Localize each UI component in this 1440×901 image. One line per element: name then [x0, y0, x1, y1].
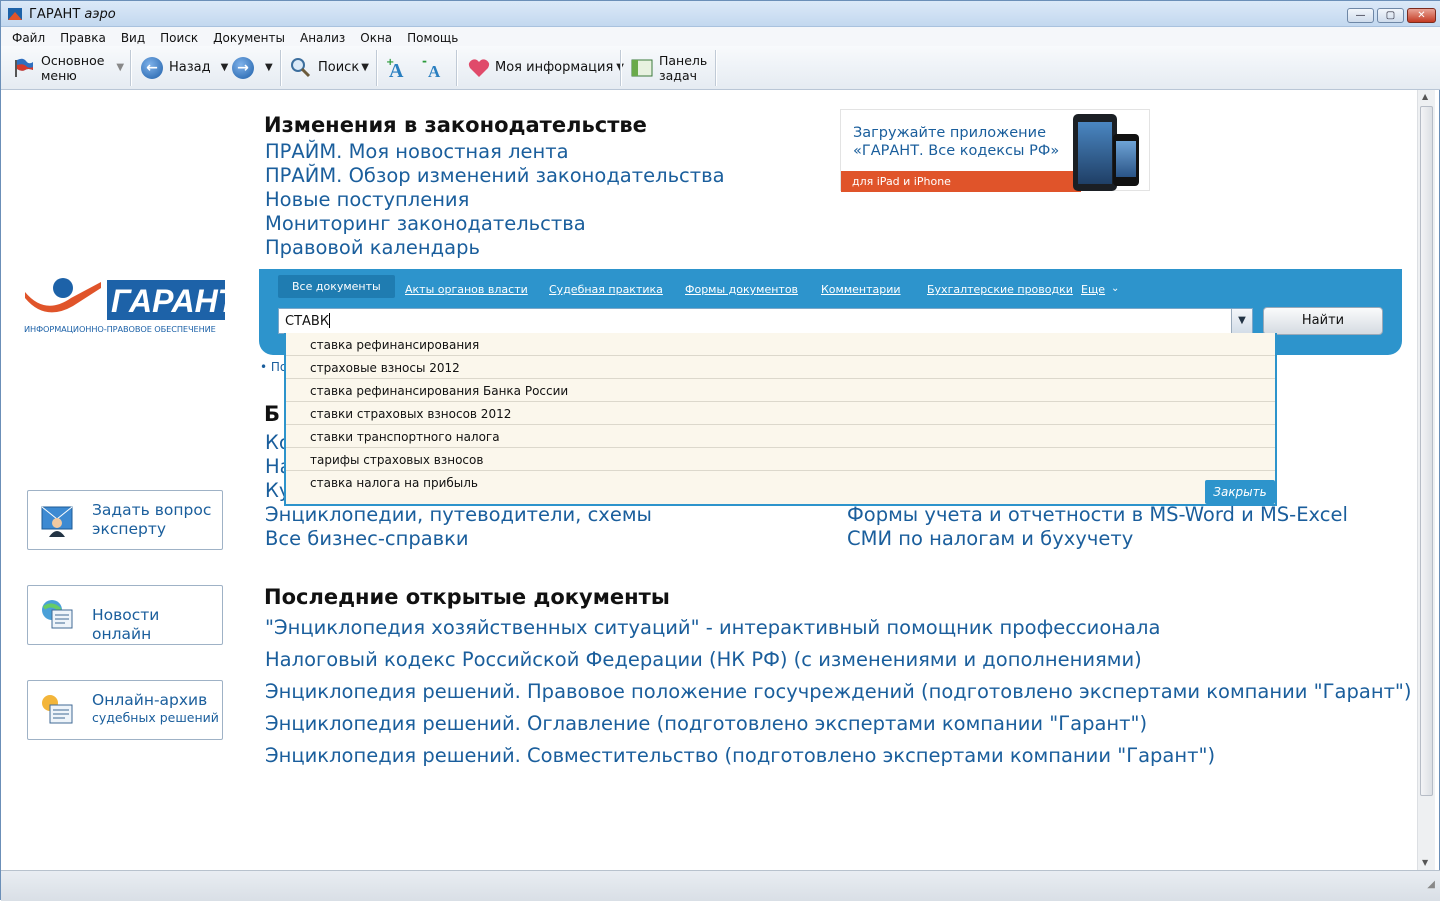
- menu-analysis[interactable]: Анализ: [289, 29, 349, 45]
- menu-bar: Файл Правка Вид Поиск Документы Анализ Окна Пом…: [1, 27, 1440, 46]
- font-smaller-icon: A-: [422, 56, 441, 80]
- tab-all-documents[interactable]: Все документы: [278, 275, 395, 298]
- forward-history-dropdown[interactable]: ▼: [265, 62, 273, 73]
- phone-icon: [1113, 134, 1139, 186]
- chevron-down-icon: ▼: [361, 62, 369, 73]
- window-title: ГАРАНТ аэро: [29, 7, 116, 22]
- title-bar[interactable]: ГАРАНТ аэро — ▢ ✕: [1, 1, 1440, 27]
- maximize-button[interactable]: ▢: [1377, 8, 1404, 23]
- font-decrease-button[interactable]: A-: [422, 46, 448, 89]
- link-media-taxes[interactable]: СМИ по налогам и бухучету: [847, 527, 1133, 550]
- court-archive-button[interactable]: Онлайн-архив судебных решений: [27, 680, 223, 740]
- search-history-dropdown[interactable]: ▼: [1231, 309, 1252, 333]
- tab-accounting-entries[interactable]: Бухгалтерские проводки: [927, 283, 1073, 296]
- close-suggestions-button[interactable]: Закрыть: [1205, 480, 1275, 504]
- link-prime-news[interactable]: ПРАЙМ. Моя новостная лента: [265, 140, 569, 163]
- back-button[interactable]: ← Назад ▼: [141, 46, 228, 89]
- menu-documents[interactable]: Документы: [202, 29, 289, 45]
- scroll-down-icon[interactable]: ▼: [1422, 858, 1428, 867]
- chevron-down-icon[interactable]: ⌄: [1111, 283, 1119, 294]
- search-suggestions: ставка рефинансирования страховые взносы…: [284, 333, 1277, 506]
- logo-subtitle: ИНФОРМАЦИОННО-ПРАВОВОЕ ОБЕСПЕЧЕНИЕ: [24, 324, 216, 334]
- menu-search[interactable]: Поиск: [149, 29, 202, 45]
- scroll-up-icon[interactable]: ▲: [1422, 92, 1428, 101]
- business-heading: Б: [264, 402, 281, 426]
- arrow-left-icon: ←: [141, 56, 163, 79]
- minimize-button[interactable]: —: [1347, 8, 1374, 23]
- garant-logo-image: ГАРАНТ: [25, 278, 240, 320]
- suggestion-item[interactable]: ставки транспортного налога: [286, 425, 1275, 448]
- recent-doc-link[interactable]: Энциклопедия решений. Оглавление (подгот…: [265, 712, 1147, 735]
- main-menu-button[interactable]: Основное меню ▼: [13, 46, 124, 89]
- recent-doc-link[interactable]: Энциклопедия решений. Правовое положение…: [265, 680, 1412, 703]
- toolbar: Основное меню ▼ ← Назад ▼ → ▼ Поиск ▼ A + …: [1, 46, 1440, 90]
- find-button[interactable]: Найти: [1263, 307, 1383, 335]
- recent-doc-link[interactable]: Налоговый кодекс Российской Федерации (Н…: [265, 648, 1142, 671]
- garant-app-icon: [8, 8, 22, 20]
- tab-document-forms[interactable]: Формы документов: [685, 283, 798, 296]
- recent-doc-link[interactable]: "Энциклопедия хозяйственных ситуаций" - …: [265, 616, 1160, 639]
- suggestion-item[interactable]: тарифы страховых взносов: [286, 448, 1275, 471]
- my-info-button[interactable]: Моя информация ▼: [468, 46, 624, 89]
- menu-windows[interactable]: Окна: [349, 29, 396, 45]
- suggestion-item[interactable]: ставка рефинансирования: [286, 333, 1275, 356]
- svg-text:A: A: [428, 62, 441, 80]
- ad-bar: для iPad и iPhone: [841, 171, 1081, 192]
- recent-docs-heading: Последние открытые документы: [264, 585, 670, 609]
- svg-text:+: +: [386, 57, 394, 68]
- magnifier-icon: [291, 57, 311, 77]
- tablet-icon: [1073, 114, 1117, 191]
- menu-file[interactable]: Файл: [1, 29, 49, 45]
- tab-comments[interactable]: Комментарии: [821, 283, 901, 296]
- font-larger-icon: A+: [386, 57, 404, 80]
- garant-logo[interactable]: ГАРАНТ ИНФОРМАЦИОННО-ПРАВОВОЕ ОБЕСПЕЧЕНИ…: [23, 276, 240, 346]
- back-history-dropdown[interactable]: ▼: [221, 62, 229, 73]
- svg-text:-: -: [422, 56, 427, 68]
- news-icon: [42, 600, 73, 629]
- link-legal-calendar[interactable]: Правовой календарь: [265, 236, 480, 259]
- search-input[interactable]: СТАВК: [278, 308, 1253, 334]
- scroll-thumb[interactable]: [1420, 106, 1433, 796]
- resize-grip-icon[interactable]: ◢: [1427, 879, 1435, 890]
- menu-help[interactable]: Помощь: [396, 29, 462, 45]
- link-business-references[interactable]: Все бизнес-справки: [265, 527, 469, 550]
- recent-doc-link[interactable]: Энциклопедия решений. Совместительство (…: [265, 744, 1215, 767]
- font-increase-button[interactable]: A +: [386, 46, 412, 89]
- menu-view[interactable]: Вид: [110, 29, 149, 45]
- close-button[interactable]: ✕: [1407, 8, 1436, 23]
- suggestion-item[interactable]: ставка налога на прибыль: [286, 471, 1275, 494]
- task-panel-button[interactable]: Панель задач: [631, 46, 707, 89]
- main-content: ГАРАНТ ИНФОРМАЦИОННО-ПРАВОВОЕ ОБЕСПЕЧЕНИ…: [1, 90, 1417, 870]
- heart-icon: [468, 58, 490, 77]
- menu-edit[interactable]: Правка: [49, 29, 110, 45]
- suggestion-item[interactable]: ставки страховых взносов 2012: [286, 402, 1275, 425]
- suggestion-item[interactable]: страховые взносы 2012: [286, 356, 1275, 379]
- arrow-right-icon: →: [232, 56, 254, 79]
- app-window: ГАРАНТ аэро — ▢ ✕ Файл Правка Вид Поиск Доку…: [0, 0, 1440, 901]
- vertical-scrollbar[interactable]: ▲ ▼: [1417, 90, 1435, 870]
- tab-government-acts[interactable]: Акты органов власти: [405, 283, 528, 296]
- flag-icon: [15, 58, 33, 77]
- link-forms-ms-office[interactable]: Формы учета и отчетности в MS-Word и MS-…: [847, 503, 1348, 526]
- archive-icon: [42, 695, 73, 724]
- task-panel-icon: [631, 59, 653, 76]
- app-ad-banner[interactable]: Загружайте приложение «ГАРАНТ. Все кодекс…: [840, 109, 1150, 192]
- search-button[interactable]: Поиск ▼: [290, 46, 369, 89]
- tab-more[interactable]: Еще: [1081, 283, 1105, 296]
- ad-text: Загружайте приложение «ГАРАНТ. Все кодекс…: [853, 125, 1060, 159]
- link-encyclopedias[interactable]: Энциклопедии, путеводители, схемы: [265, 503, 652, 526]
- svg-text:ГАРАНТ: ГАРАНТ: [111, 283, 233, 319]
- link-monitoring[interactable]: Мониторинг законодательства: [265, 212, 586, 235]
- status-bar: ◢: [1, 870, 1440, 901]
- chevron-down-icon: ▼: [116, 62, 125, 73]
- suggestion-item[interactable]: ставка рефинансирования Банка России: [286, 379, 1275, 402]
- ask-expert-button[interactable]: Задать вопрос эксперту: [27, 490, 223, 550]
- news-online-button[interactable]: Новости онлайн: [27, 585, 223, 645]
- changes-heading: Изменения в законодательстве: [264, 113, 647, 137]
- link-prime-review[interactable]: ПРАЙМ. Обзор изменений законодательства: [265, 164, 725, 187]
- tab-court-practice[interactable]: Судебная практика: [549, 283, 663, 296]
- expert-icon: [41, 506, 73, 537]
- link-new-arrivals[interactable]: Новые поступления: [265, 188, 469, 211]
- forward-button[interactable]: → ▼: [232, 46, 273, 89]
